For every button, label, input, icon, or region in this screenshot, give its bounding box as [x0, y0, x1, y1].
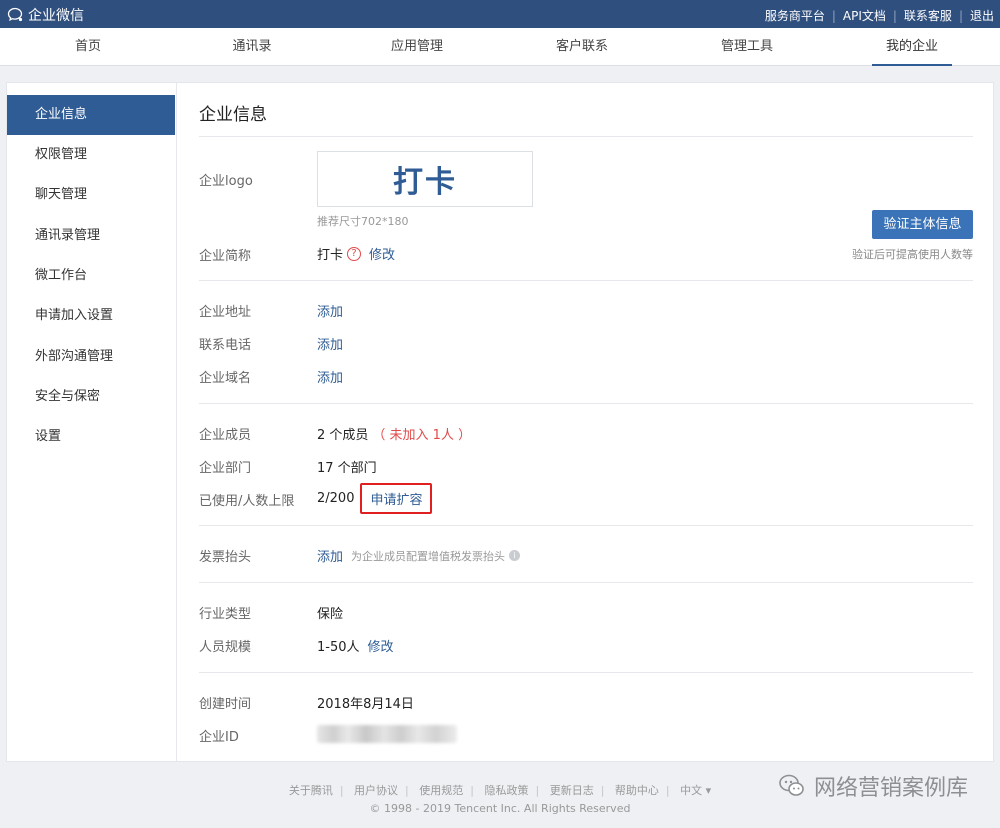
departments-count: 17 个部门: [317, 461, 377, 476]
api-docs-link[interactable]: API文档: [843, 7, 886, 24]
footer-terms-link[interactable]: 用户协议: [354, 784, 398, 797]
nav-my-enterprise[interactable]: 我的企业: [872, 28, 952, 66]
logo-label: 企业logo: [199, 174, 253, 189]
industry-label: 行业类型: [199, 607, 252, 622]
add-phone-link[interactable]: 添加: [317, 334, 343, 353]
phone-label: 联系电话: [199, 338, 252, 353]
corp-id-blurred: [317, 725, 457, 743]
watermark: 网络营销案例库: [778, 770, 968, 802]
separator: |: [831, 8, 836, 23]
corp-id-label: 企业ID: [199, 730, 239, 745]
sidebar-item-external-communication[interactable]: 外部沟通管理: [7, 337, 175, 377]
sidebar-item-chat-management[interactable]: 聊天管理: [7, 175, 175, 215]
sidebar-item-settings[interactable]: 设置: [7, 417, 175, 457]
watermark-text: 网络营销案例库: [813, 776, 968, 801]
separator: |: [958, 8, 963, 23]
divider: [199, 672, 973, 673]
wework-logo-icon: [7, 7, 23, 22]
created-label: 创建时间: [199, 697, 252, 712]
footer-help-link[interactable]: 帮助中心: [615, 784, 659, 797]
usage-label: 已使用/人数上限: [199, 494, 295, 509]
industry-value: 保险: [317, 607, 344, 622]
top-bar: 企业微信 服务商平台 | API文档 | 联系客服 | 退出: [0, 0, 1000, 28]
sidebar-item-micro-workbench[interactable]: 微工作台: [7, 256, 175, 296]
scale-row: 1-50人 修改: [317, 636, 394, 655]
top-links: 服务商平台 | API文档 | 联系客服 | 退出: [765, 7, 994, 24]
add-invoice-link[interactable]: 添加: [317, 546, 343, 565]
add-address-link[interactable]: 添加: [317, 301, 343, 320]
separator: |: [892, 8, 897, 23]
nav-home[interactable]: 首页: [48, 28, 128, 66]
info-icon[interactable]: i: [509, 550, 521, 561]
page-title: 企业信息: [199, 105, 267, 125]
contact-support-link[interactable]: 联系客服: [904, 7, 952, 24]
sidebar-item-permissions[interactable]: 权限管理: [7, 135, 175, 175]
main-nav: 首页 通讯录 应用管理 客户联系 管理工具 我的企业: [0, 28, 1000, 66]
members-label: 企业成员: [199, 428, 252, 443]
verify-hint: 验证后可提高使用人数等: [852, 248, 973, 261]
help-icon[interactable]: ?: [347, 246, 362, 261]
sidebar: 企业信息 权限管理 聊天管理 通讯录管理 微工作台 申请加入设置 外部沟通管理 …: [7, 83, 177, 761]
logo-size-hint: 推荐尺寸702*180: [317, 215, 409, 228]
scale-value: 1-50人: [317, 640, 360, 655]
scale-label: 人员规模: [199, 640, 252, 655]
invoice-row: 添加 为企业成员配置增值税发票抬头 i: [317, 546, 521, 565]
sidebar-item-join-settings[interactable]: 申请加入设置: [7, 296, 175, 336]
divider: [199, 136, 973, 137]
nav-customer-contact[interactable]: 客户联系: [540, 28, 624, 66]
divider: [199, 525, 973, 526]
nav-app-management[interactable]: 应用管理: [375, 28, 459, 66]
content-card: 企业信息 权限管理 聊天管理 通讯录管理 微工作台 申请加入设置 外部沟通管理 …: [6, 82, 994, 762]
footer-privacy-link[interactable]: 隐私政策: [484, 784, 528, 797]
short-name-value: 打卡: [317, 248, 344, 263]
sidebar-item-security[interactable]: 安全与保密: [7, 377, 175, 417]
add-domain-link[interactable]: 添加: [317, 367, 343, 386]
footer-about-link[interactable]: 关于腾讯: [289, 784, 333, 797]
enterprise-info-panel: 企业信息 企业logo 打卡 推荐尺寸702*180 验证主体信息 验证后可提高…: [199, 83, 973, 761]
language-select[interactable]: 中文 ▾: [680, 784, 711, 797]
apply-expansion-link[interactable]: 申请扩容: [370, 493, 422, 508]
edit-scale-link[interactable]: 修改: [368, 636, 394, 655]
logout-link[interactable]: 退出: [970, 7, 994, 24]
usage-value: 2/200: [317, 491, 355, 506]
pending-members-link[interactable]: （ 未加入 1人 ）: [372, 424, 471, 443]
short-name-label: 企业简称: [199, 249, 252, 264]
usage-row: 2/200 申请扩容: [317, 483, 433, 514]
sidebar-item-contacts-management[interactable]: 通讯录管理: [7, 216, 175, 256]
divider: [199, 582, 973, 583]
divider: [199, 403, 973, 404]
brand-name: 企业微信: [28, 8, 84, 24]
verify-entity-button[interactable]: 验证主体信息: [872, 210, 973, 239]
invoice-label: 发票抬头: [199, 550, 252, 565]
members-count: 2 个成员: [317, 428, 369, 443]
edit-short-name-link[interactable]: 修改: [369, 244, 395, 263]
footer-changelog-link[interactable]: 更新日志: [550, 784, 594, 797]
expand-highlight-box: 申请扩容: [360, 483, 433, 514]
logo-upload[interactable]: 打卡: [317, 151, 533, 207]
address-label: 企业地址: [199, 305, 252, 320]
created-date: 2018年8月14日: [317, 697, 414, 712]
copyright: © 1998 - 2019 Tencent Inc. All Rights Re…: [369, 802, 631, 815]
short-name-row: 打卡 ? 修改: [317, 244, 395, 263]
domain-label: 企业域名: [199, 371, 252, 386]
members-row: 2 个成员 （ 未加入 1人 ）: [317, 424, 471, 443]
nav-management-tools[interactable]: 管理工具: [705, 28, 789, 66]
departments-label: 企业部门: [199, 461, 252, 476]
footer-rules-link[interactable]: 使用规范: [419, 784, 463, 797]
wechat-icon: [779, 774, 804, 796]
divider: [199, 280, 973, 281]
brand[interactable]: 企业微信: [6, 5, 84, 25]
logo-image-text: 打卡: [393, 165, 457, 200]
sidebar-item-enterprise-info[interactable]: 企业信息: [7, 95, 175, 135]
nav-contacts[interactable]: 通讯录: [212, 28, 292, 66]
service-platform-link[interactable]: 服务商平台: [765, 7, 825, 24]
invoice-hint: 为企业成员配置增值税发票抬头: [351, 549, 506, 563]
